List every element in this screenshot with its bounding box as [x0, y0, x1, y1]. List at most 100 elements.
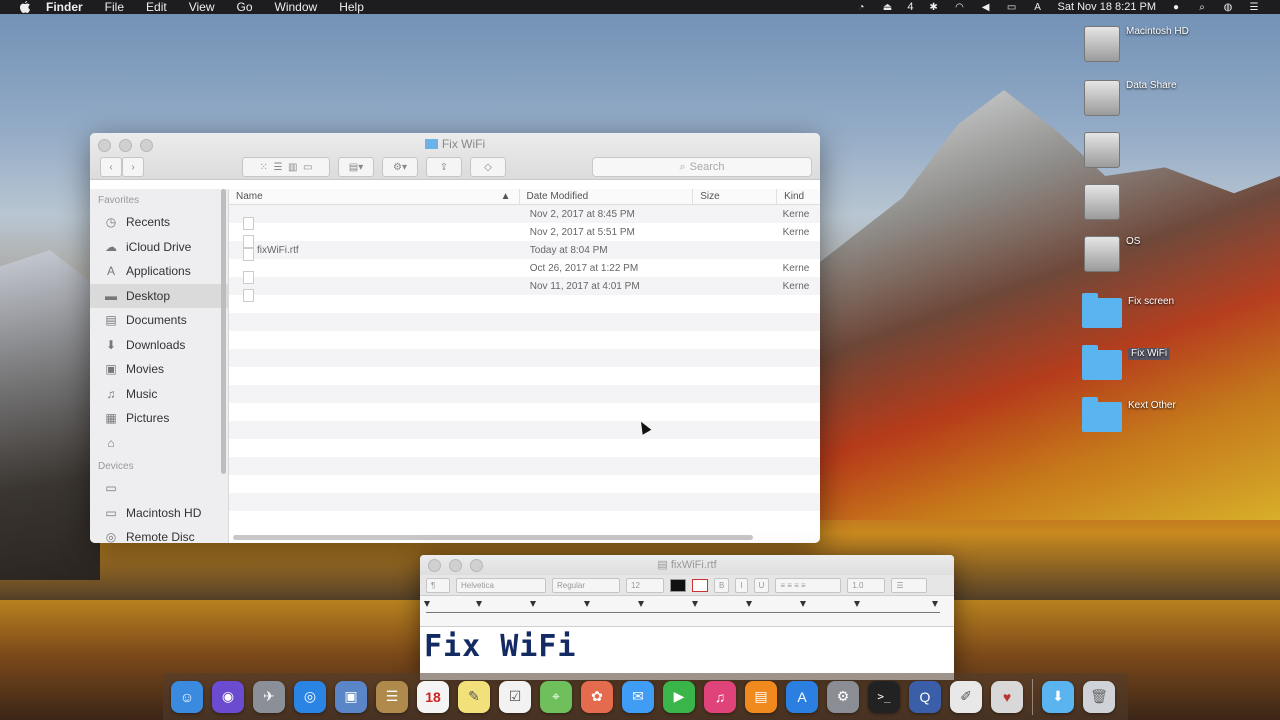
arrange-button[interactable]: ▤▾: [338, 157, 374, 177]
view-mode-control[interactable]: ⁙ ☰ ▥ ▭: [242, 157, 330, 177]
desktop-folder-fix-screen[interactable]: Fix screen: [1080, 293, 1280, 344]
desktop-folder-kext-other[interactable]: Kext Other: [1080, 397, 1280, 448]
tab-stop-icon[interactable]: [530, 601, 536, 607]
dock-maps-icon[interactable]: ⌖: [540, 680, 572, 713]
underline-button[interactable]: U: [753, 577, 770, 593]
dock-quicktime-icon[interactable]: Q: [909, 680, 941, 713]
dock-itunes-icon[interactable]: ♫: [704, 680, 736, 713]
text-color-swatch[interactable]: [670, 578, 686, 592]
column-kind[interactable]: Kind: [777, 189, 820, 204]
dock-launchpad-icon[interactable]: ✈: [253, 680, 285, 713]
table-row[interactable]: Oct 26, 2017 at 1:22 PM Kerne: [229, 259, 820, 284]
time-machine-icon[interactable]: ◔: [855, 2, 867, 13]
sidebar-item-applications[interactable]: A Applications: [90, 259, 228, 284]
table-row[interactable]: Nov 2, 2017 at 5:51 PM Kerne: [229, 223, 820, 248]
textedit-titlebar[interactable]: ▤ fixWiFi.rtf: [420, 555, 954, 575]
column-size[interactable]: Size: [693, 189, 778, 204]
table-row[interactable]: Nov 11, 2017 at 4:01 PM Kerne: [229, 277, 820, 302]
dock-utility-icon[interactable]: ♥: [991, 680, 1023, 713]
menu-clock[interactable]: Sat Nov 18 8:21 PM: [1058, 1, 1156, 13]
dock-messages-icon[interactable]: ✉: [622, 680, 654, 713]
input-source-icon[interactable]: A: [1032, 2, 1044, 13]
highlight-color-swatch[interactable]: [692, 578, 708, 592]
close-button[interactable]: [428, 559, 441, 572]
tab-stop-icon[interactable]: [800, 601, 806, 607]
dock-system-preferences-icon[interactable]: ⚙: [827, 680, 859, 713]
paragraph-style-select[interactable]: ¶: [426, 577, 450, 593]
alignment-control[interactable]: ≡ ≡ ≡ ≡: [775, 577, 842, 593]
desktop-disk-os[interactable]: OS: [1080, 236, 1280, 284]
dock-contacts-icon[interactable]: ☰: [376, 680, 408, 713]
menu-file[interactable]: File: [105, 0, 124, 14]
sidebar-item-movies[interactable]: ▣ Movies: [90, 357, 228, 382]
tags-button[interactable]: ◇: [470, 157, 506, 177]
sidebar-item-desktop[interactable]: ▬ Desktop: [90, 283, 228, 308]
right-margin-marker-icon[interactable]: [932, 601, 938, 607]
gallery-view-icon[interactable]: ▭: [303, 162, 312, 173]
icon-view-icon[interactable]: ⁙: [260, 162, 268, 173]
desktop-disk-macintosh-hd[interactable]: Macintosh HD: [1080, 26, 1280, 74]
font-family-select[interactable]: Helvetica: [456, 577, 546, 593]
dock-app-store-icon[interactable]: A: [786, 680, 818, 713]
sidebar-scrollbar[interactable]: [221, 189, 226, 474]
spotlight-icon[interactable]: ⌕: [1196, 2, 1208, 13]
list-style-select[interactable]: ☰: [891, 577, 928, 593]
dock-downloads-stack-icon[interactable]: ⬇: [1042, 680, 1074, 713]
battery-icon[interactable]: ▭: [1006, 2, 1018, 13]
sidebar-item-music[interactable]: ♫ Music: [90, 382, 228, 407]
action-button[interactable]: ⚙▾: [382, 157, 418, 177]
user-icon[interactable]: ●: [1170, 2, 1182, 13]
tab-stop-icon[interactable]: [476, 601, 482, 607]
menu-finder[interactable]: Finder: [46, 0, 83, 14]
share-button[interactable]: ⇪: [426, 157, 462, 177]
dock-notes-icon[interactable]: ✎: [458, 680, 490, 713]
font-style-select[interactable]: Regular: [552, 577, 620, 593]
italic-button[interactable]: I: [735, 577, 748, 593]
ruler[interactable]: [420, 596, 954, 627]
menu-help[interactable]: Help: [339, 0, 364, 14]
dock-siri-icon[interactable]: ◉: [212, 680, 244, 713]
sidebar-item-documents[interactable]: ▤ Documents: [90, 308, 228, 333]
font-size-select[interactable]: 12: [626, 577, 664, 593]
back-button[interactable]: ‹: [100, 157, 122, 177]
desktop-folder-fix-wifi[interactable]: Fix WiFi: [1080, 345, 1280, 396]
list-view-icon[interactable]: ☰: [273, 162, 282, 173]
table-row[interactable]: Nov 2, 2017 at 8:45 PM Kerne: [229, 205, 820, 230]
dock-trash-icon[interactable]: 🗑: [1083, 680, 1115, 713]
menu-go[interactable]: Go: [237, 0, 253, 14]
sidebar-item-recents[interactable]: ◷ Recents: [90, 210, 228, 235]
search-field[interactable]: ⌕ Search: [592, 157, 812, 177]
dock-finder-icon[interactable]: ☺: [171, 680, 203, 713]
dock-safari-icon[interactable]: ◎: [294, 680, 326, 713]
dock-reminders-icon[interactable]: ☑: [499, 680, 531, 713]
zoom-button[interactable]: [470, 559, 483, 572]
sidebar-item-pictures[interactable]: ▦ Pictures: [90, 406, 228, 431]
siri-menu-icon[interactable]: ◍: [1222, 2, 1234, 13]
tab-stop-icon[interactable]: [638, 601, 644, 607]
notification-center-icon[interactable]: ☰: [1248, 2, 1260, 13]
finder-titlebar[interactable]: Fix WiFi ‹ › ⁙ ☰ ▥ ▭ ▤▾ ⚙▾ ⇪ ◇ ⌕ Search: [90, 133, 820, 180]
dock-ibooks-icon[interactable]: ▤: [745, 680, 777, 713]
tab-stop-icon[interactable]: [854, 601, 860, 607]
table-row[interactable]: fixWiFi.rtf Today at 8:04 PM: [229, 241, 820, 261]
dock-facetime-icon[interactable]: ▶: [663, 680, 695, 713]
volume-icon[interactable]: ◀: [980, 2, 992, 13]
desktop-disk-4[interactable]: [1080, 184, 1280, 232]
dock-photos-icon[interactable]: ✿: [581, 680, 613, 713]
eject-icon[interactable]: ⏏: [881, 2, 893, 13]
tab-stop-icon[interactable]: [584, 601, 590, 607]
dock-preview-icon[interactable]: ▣: [335, 680, 367, 713]
menu-view[interactable]: View: [189, 0, 215, 14]
bluetooth-icon[interactable]: ✱: [928, 2, 940, 13]
minimize-button[interactable]: [449, 559, 462, 572]
menu-edit[interactable]: Edit: [146, 0, 167, 14]
forward-button[interactable]: ›: [122, 157, 144, 177]
wifi-icon[interactable]: ◠: [954, 2, 966, 13]
dock-textedit-icon[interactable]: ✐: [950, 680, 982, 713]
sidebar-item-downloads[interactable]: ⬇ Downloads: [90, 333, 228, 358]
column-view-icon[interactable]: ▥: [288, 162, 297, 173]
apple-menu-icon[interactable]: [18, 0, 32, 14]
horizontal-scrollbar[interactable]: [233, 535, 753, 540]
dock-terminal-icon[interactable]: >_: [868, 680, 900, 713]
sidebar-item-remote-disc[interactable]: ◎ Remote Disc: [90, 525, 228, 543]
